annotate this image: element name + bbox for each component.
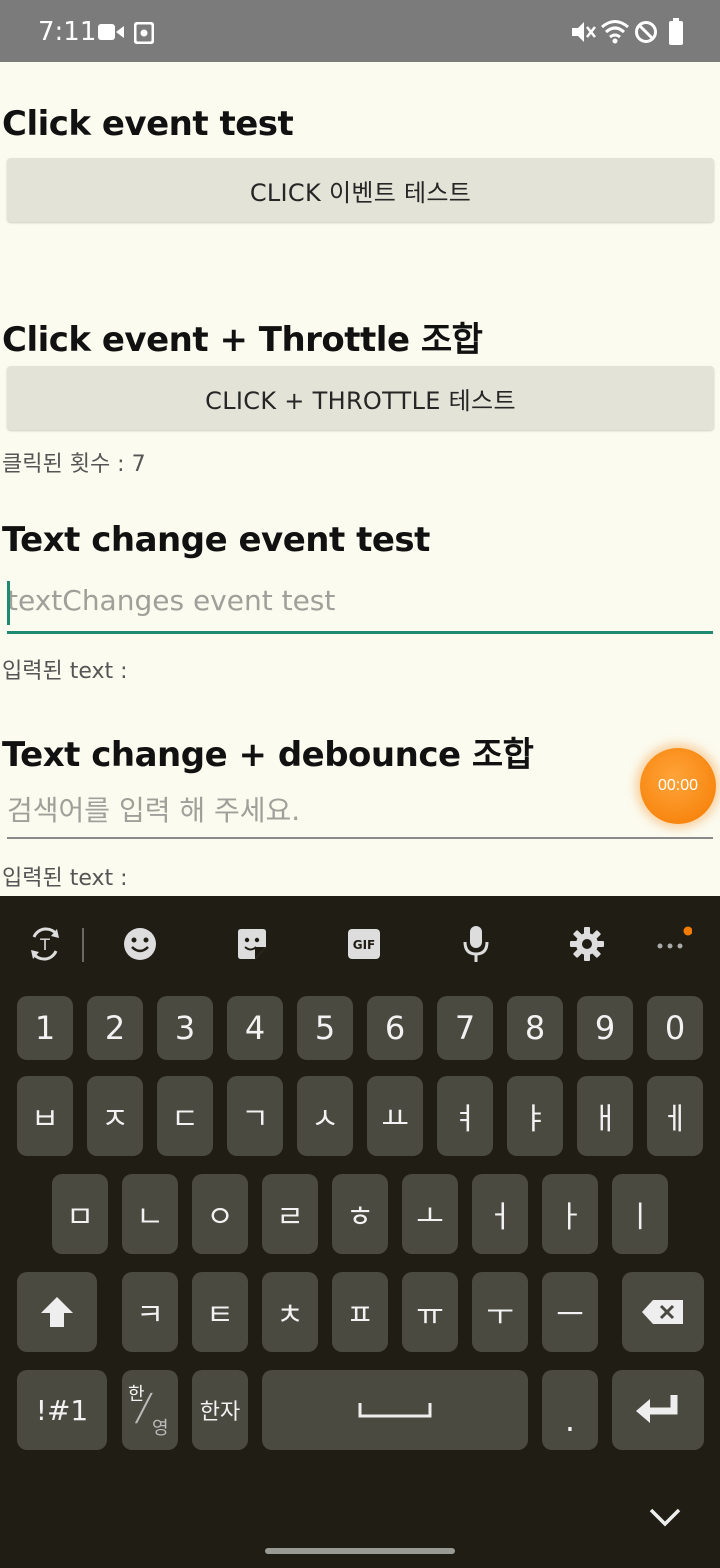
number-key[interactable]: 3 (157, 996, 213, 1060)
battery-icon (668, 18, 684, 51)
text-change-result: 입력된 text : (2, 659, 128, 684)
letter-key[interactable]: ㅅ (297, 1076, 353, 1156)
letter-key[interactable]: ㄹ (262, 1174, 318, 1254)
text-change-placeholder: textChanges event test (7, 584, 336, 617)
letter-key[interactable]: ㅋ (122, 1272, 178, 1352)
screen-record-icon (133, 21, 155, 49)
screen-recorder-badge[interactable]: 00:00 (640, 748, 716, 824)
letter-key[interactable]: ㅡ (542, 1272, 598, 1352)
enter-key[interactable] (612, 1370, 704, 1450)
lang-slash-icon: ╱ (136, 1394, 152, 1424)
number-key[interactable]: 5 (297, 996, 353, 1060)
letter-key[interactable]: ㅂ (17, 1076, 73, 1156)
gif-label: GIF (353, 938, 376, 952)
letter-key[interactable]: ㅐ (577, 1076, 633, 1156)
settings-icon[interactable] (567, 924, 607, 964)
letter-key[interactable]: ㅌ (192, 1272, 248, 1352)
throttle-heading: Click event + Throttle 조합 (2, 320, 483, 360)
letter-key[interactable]: ㅁ (52, 1174, 108, 1254)
do-not-disturb-icon (634, 20, 658, 49)
input-underline (7, 837, 713, 839)
click-count-text: 클릭된 횟수 : 7 (2, 452, 146, 477)
status-bar: 7:11 (0, 0, 720, 62)
letter-key[interactable]: ㅣ (612, 1174, 668, 1254)
letter-key[interactable]: ㅈ (87, 1076, 143, 1156)
letter-key[interactable]: ㅇ (192, 1174, 248, 1254)
video-camera-icon (98, 22, 124, 47)
letter-key[interactable]: ㅍ (332, 1272, 388, 1352)
number-key[interactable]: 0 (647, 996, 703, 1060)
enter-icon (636, 1395, 678, 1423)
input-underline (7, 631, 713, 634)
backspace-key[interactable] (622, 1272, 704, 1352)
letter-key[interactable]: ㅜ (472, 1272, 528, 1352)
number-key[interactable]: 8 (507, 996, 563, 1060)
number-key[interactable]: 1 (17, 996, 73, 1060)
translate-icon[interactable]: T (25, 924, 65, 964)
lang-bottom-label: 영 (152, 1418, 169, 1439)
shift-arrow-icon (41, 1297, 73, 1327)
sticker-icon[interactable] (232, 924, 272, 964)
mute-vibrate-icon (570, 20, 596, 49)
number-key[interactable]: 6 (367, 996, 423, 1060)
space-bar-icon (358, 1403, 432, 1418)
more-icon[interactable] (652, 924, 692, 964)
keyboard: T GIF 1234567890 ㅂㅈㄷㄱㅅㅛㅕㅑㅐㅔㅁㄴㅇㄹㅎㅗㅓㅏㅣㅋㅌㅊㅍㅠ… (0, 896, 720, 1568)
debounce-result: 입력된 text : (2, 866, 128, 891)
number-key[interactable]: 9 (577, 996, 633, 1060)
wifi-icon (600, 18, 630, 49)
language-switch-key[interactable]: 한 ╱ 영 (122, 1370, 178, 1450)
letter-key[interactable]: ㅑ (507, 1076, 563, 1156)
text-change-input[interactable]: textChanges event test (7, 578, 713, 634)
letter-key[interactable]: ㅕ (437, 1076, 493, 1156)
search-input[interactable]: 검색어를 입력 해 주세요. (7, 783, 713, 839)
status-time: 7:11 (38, 17, 97, 47)
period-key[interactable]: . (542, 1370, 598, 1450)
letter-key[interactable]: ㅛ (367, 1076, 423, 1156)
letter-key[interactable]: ㅠ (402, 1272, 458, 1352)
symbols-key[interactable]: !#1 (17, 1370, 107, 1450)
number-key[interactable]: 4 (227, 996, 283, 1060)
hide-keyboard-icon[interactable] (648, 1506, 682, 1533)
text-cursor (7, 581, 10, 625)
throttle-button[interactable]: CLICK + THROTTLE 테스트 (7, 366, 714, 430)
backspace-icon (642, 1300, 683, 1324)
letter-key[interactable]: ㅗ (402, 1174, 458, 1254)
text-change-heading: Text change event test (2, 520, 430, 560)
microphone-icon[interactable] (456, 924, 496, 964)
toolbar-divider (82, 928, 84, 962)
letter-key[interactable]: ㄱ (227, 1076, 283, 1156)
svg-text:T: T (39, 935, 50, 954)
shift-key[interactable] (17, 1272, 97, 1352)
click-event-button[interactable]: CLICK 이벤트 테스트 (7, 158, 714, 222)
gif-icon[interactable]: GIF (344, 924, 384, 964)
click-test-heading: Click event test (2, 104, 294, 144)
number-key[interactable]: 7 (437, 996, 493, 1060)
debounce-heading: Text change + debounce 조합 (2, 735, 534, 775)
letter-key[interactable]: ㅏ (542, 1174, 598, 1254)
hanja-key[interactable]: 한자 (192, 1370, 248, 1450)
space-key[interactable] (262, 1370, 528, 1450)
number-key[interactable]: 2 (87, 996, 143, 1060)
letter-key[interactable]: ㅓ (472, 1174, 528, 1254)
letter-key[interactable]: ㅔ (647, 1076, 703, 1156)
emoji-icon[interactable] (120, 924, 160, 964)
letter-key[interactable]: ㅊ (262, 1272, 318, 1352)
letter-key[interactable]: ㅎ (332, 1174, 388, 1254)
letter-key[interactable]: ㄴ (122, 1174, 178, 1254)
home-gesture-bar[interactable] (265, 1548, 455, 1554)
letter-key[interactable]: ㄷ (157, 1076, 213, 1156)
search-placeholder: 검색어를 입력 해 주세요. (7, 794, 301, 827)
